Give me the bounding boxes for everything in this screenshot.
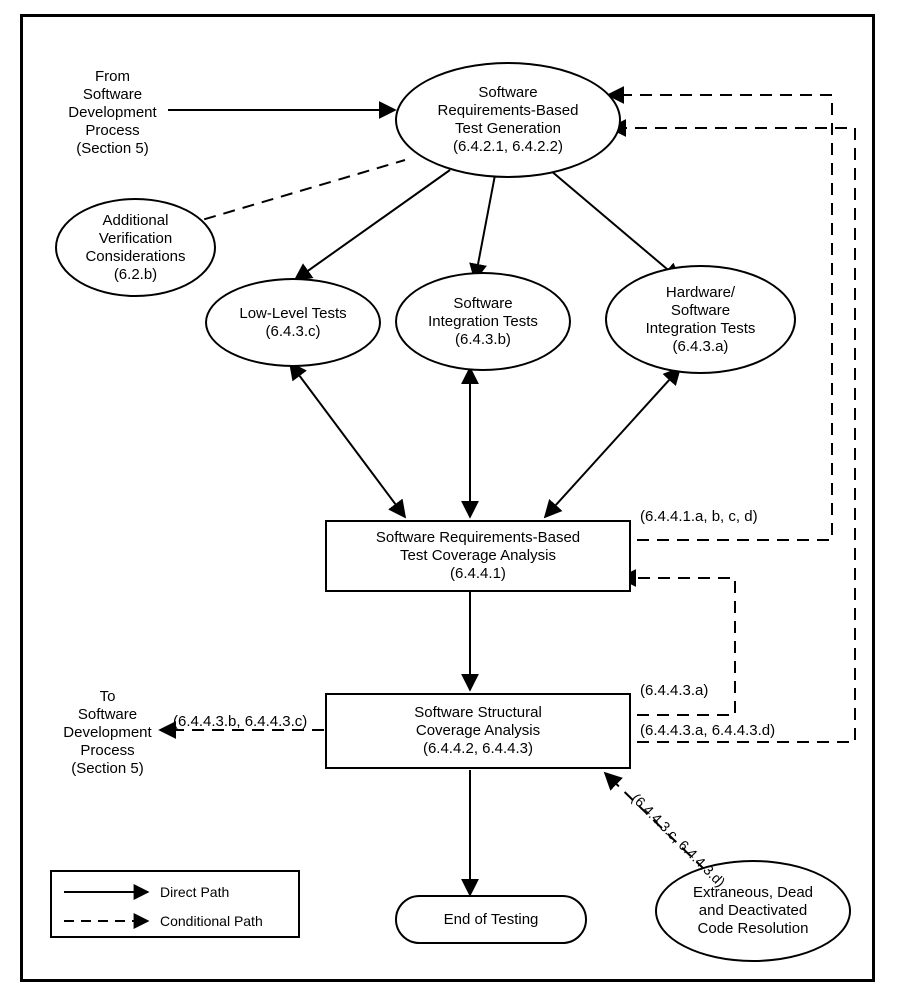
node-req-test-generation: SoftwareRequirements-BasedTest Generatio…: [395, 62, 621, 178]
edge-label-struct-to-dev: (6.4.4.3.b, 6.4.4.3.c): [173, 713, 307, 731]
node-end-of-testing: End of Testing: [395, 895, 587, 944]
edge-label-struct-to-gen: (6.4.4.3.a, 6.4.4.3.d): [640, 722, 775, 740]
edge-label-reqcov-to-gen: (6.4.4.1.a, b, c, d): [640, 508, 758, 526]
node-extraneous-code: Extraneous, Deadand DeactivatedCode Reso…: [655, 860, 851, 962]
node-hw-sw-integration-tests: Hardware/SoftwareIntegration Tests(6.4.3…: [605, 265, 796, 374]
legend-conditional-arrow-icon: [62, 911, 152, 931]
node-structural-coverage-analysis: Software StructuralCoverage Analysis(6.4…: [325, 693, 631, 769]
legend-row-direct: Direct Path: [62, 877, 229, 907]
node-additional-verification: AdditionalVerificationConsiderations(6.2…: [55, 198, 216, 297]
from-dev-process-label: FromSoftwareDevelopmentProcess(Section 5…: [55, 68, 170, 158]
legend-direct-label: Direct Path: [160, 884, 229, 900]
edge-label-struct-to-reqcov: (6.4.4.3.a): [640, 682, 708, 700]
legend-row-conditional: Conditional Path: [62, 906, 263, 936]
legend-direct-arrow-icon: [62, 882, 152, 902]
node-software-integration-tests: SoftwareIntegration Tests(6.4.3.b): [395, 272, 571, 371]
diagram-canvas: FromSoftwareDevelopmentProcess(Section 5…: [0, 0, 897, 1000]
node-req-coverage-analysis: Software Requirements-BasedTest Coverage…: [325, 520, 631, 592]
legend-box: Direct Path Conditional Path: [50, 870, 300, 938]
to-dev-process-label: ToSoftwareDevelopmentProcess(Section 5): [50, 688, 165, 778]
node-low-level-tests: Low-Level Tests(6.4.3.c): [205, 278, 381, 367]
legend-conditional-label: Conditional Path: [160, 913, 263, 929]
